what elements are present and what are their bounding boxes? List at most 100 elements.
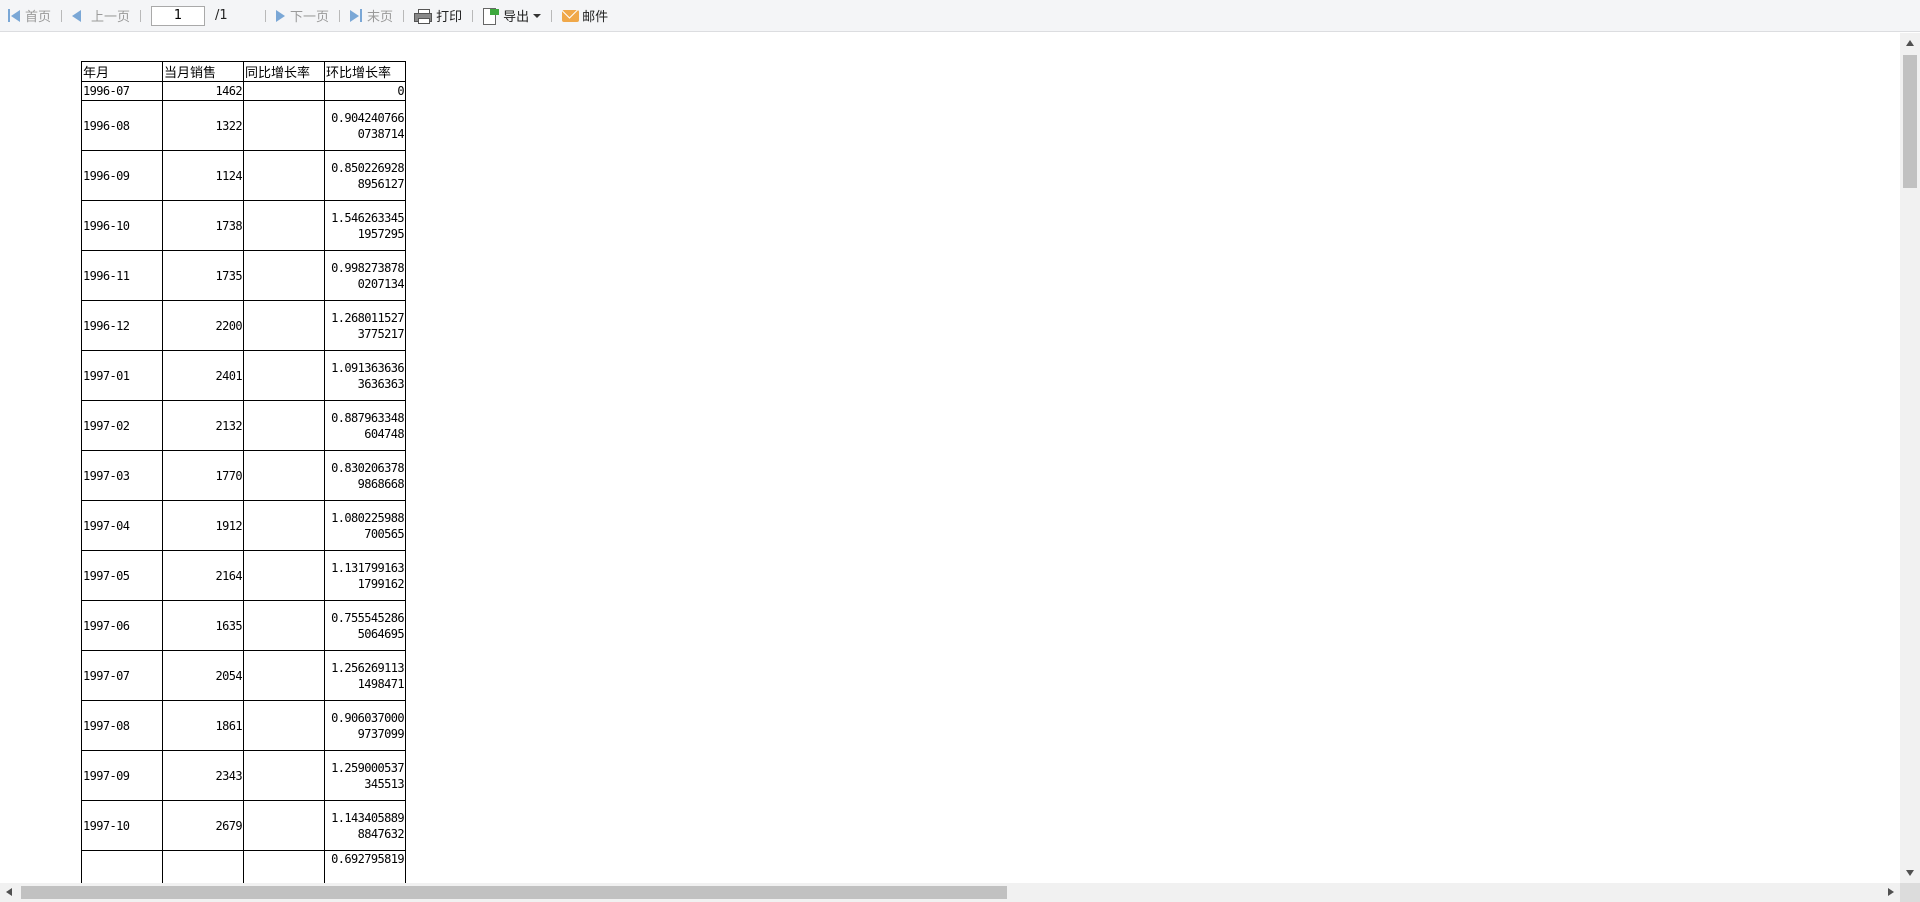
table-row: 1997-05 2164 1.1317991631799162	[81, 550, 406, 601]
prev-page-label: 上一页	[91, 10, 131, 25]
cell-month: 1997-06	[81, 600, 163, 651]
cell-mom: 0.9042407660738714	[324, 100, 406, 151]
cell-sales: 1912	[162, 500, 244, 551]
cell-yoy	[243, 250, 325, 301]
print-label: 打印	[436, 10, 463, 25]
toolbar-separator	[140, 9, 142, 22]
table-row: 0.692795819	[81, 850, 406, 883]
next-page-label: 下一页	[290, 10, 330, 25]
table-row: 1996-07 1462 0	[81, 81, 406, 101]
cell-month: 1996-11	[81, 250, 163, 301]
table-row: 1996-09 1124 0.8502269288956127	[81, 150, 406, 201]
chevron-down-icon	[533, 13, 542, 18]
horizontal-scrollbar[interactable]	[0, 883, 1900, 902]
table-row: 1996-12 2200 1.2680115273775217	[81, 300, 406, 351]
cell-yoy	[243, 81, 325, 101]
cell-mom: 1.259000537345513	[324, 750, 406, 801]
cell-month: 1997-08	[81, 700, 163, 751]
last-page-button[interactable]: 末页	[346, 4, 397, 28]
first-page-label: 首页	[25, 10, 52, 25]
cell-mom: 1.5462633451957295	[324, 200, 406, 251]
table-row: 1996-08 1322 0.9042407660738714	[81, 100, 406, 151]
header-sales: 当月销售	[162, 61, 244, 82]
scroll-up-icon[interactable]	[1906, 40, 1914, 46]
cell-month: 1996-09	[81, 150, 163, 201]
table-row: 1997-03 1770 0.8302063789868668	[81, 450, 406, 501]
header-yoy: 同比增长率	[243, 61, 325, 82]
cell-sales: 1738	[162, 200, 244, 251]
horizontal-scroll-thumb[interactable]	[21, 886, 1007, 899]
prev-page-button[interactable]: 上一页	[68, 4, 134, 28]
cell-mom: 0.692795819	[324, 850, 406, 883]
cell-month: 1996-08	[81, 100, 163, 151]
cell-yoy	[243, 750, 325, 801]
vertical-scroll-thumb[interactable]	[1903, 55, 1917, 188]
cell-sales: 2200	[162, 300, 244, 351]
cell-yoy	[243, 550, 325, 601]
cell-yoy	[243, 350, 325, 401]
cell-yoy	[243, 150, 325, 201]
cell-month: 1997-05	[81, 550, 163, 601]
table-row: 1997-08 1861 0.9060370009737099	[81, 700, 406, 751]
cell-sales: 1322	[162, 100, 244, 151]
scroll-down-icon[interactable]	[1906, 870, 1914, 876]
cell-sales: 2679	[162, 800, 244, 851]
cell-mom: 1.1434058898847632	[324, 800, 406, 851]
export-icon	[483, 7, 500, 25]
cell-yoy	[243, 850, 325, 883]
vertical-scrollbar[interactable]	[1900, 33, 1920, 883]
sales-table: 年月 当月销售 同比增长率 环比增长率 1996-07 1462 0 1996-…	[81, 61, 406, 883]
cell-month: 1997-01	[81, 350, 163, 401]
cell-month: 1997-03	[81, 450, 163, 501]
export-button[interactable]: 导出	[479, 4, 545, 28]
cell-yoy	[243, 400, 325, 451]
cell-month: 1997-09	[81, 750, 163, 801]
print-button[interactable]: 打印	[410, 4, 466, 28]
page-total: /1	[215, 8, 228, 23]
cell-month: 1996-10	[81, 200, 163, 251]
cell-sales: 1462	[162, 81, 244, 101]
prev-page-icon	[72, 9, 86, 22]
cell-month: 1996-12	[81, 300, 163, 351]
cell-sales: 1735	[162, 250, 244, 301]
cell-sales: 1124	[162, 150, 244, 201]
cell-sales: 2343	[162, 750, 244, 801]
toolbar-separator	[551, 9, 553, 22]
report-toolbar: 首页 上一页 /1 下一页 末页 打印 导出 邮件	[0, 0, 1920, 32]
cell-mom: 1.1317991631799162	[324, 550, 406, 601]
next-page-button[interactable]: 下一页	[272, 4, 333, 28]
scrollbar-corner	[1900, 883, 1920, 902]
toolbar-separator	[403, 9, 405, 22]
header-mom: 环比增长率	[324, 61, 406, 82]
mail-button[interactable]: 邮件	[558, 4, 612, 28]
cell-mom: 0	[324, 81, 406, 101]
mail-label: 邮件	[582, 10, 609, 25]
table-header-row: 年月 当月销售 同比增长率 环比增长率	[81, 61, 406, 82]
page-number-input[interactable]	[151, 5, 206, 26]
scroll-right-icon[interactable]	[1888, 888, 1894, 896]
cell-mom: 0.9982738780207134	[324, 250, 406, 301]
cell-sales	[162, 850, 244, 883]
cell-mom: 1.2562691131498471	[324, 650, 406, 701]
printer-icon	[414, 8, 433, 24]
table-row: 1997-10 2679 1.1434058898847632	[81, 800, 406, 851]
table-row: 1997-02 2132 0.887963348604748	[81, 400, 406, 451]
first-page-button[interactable]: 首页	[4, 4, 55, 28]
table-row: 1996-10 1738 1.5462633451957295	[81, 200, 406, 251]
cell-sales: 2054	[162, 650, 244, 701]
cell-mom: 1.0913636363636363	[324, 350, 406, 401]
next-page-icon	[276, 9, 286, 22]
header-month: 年月	[81, 61, 163, 82]
last-page-label: 末页	[367, 10, 394, 25]
cell-sales: 2164	[162, 550, 244, 601]
cell-yoy	[243, 450, 325, 501]
table-row: 1997-09 2343 1.259000537345513	[81, 750, 406, 801]
cell-yoy	[243, 300, 325, 351]
toolbar-separator	[61, 9, 63, 22]
cell-yoy	[243, 500, 325, 551]
cell-yoy	[243, 700, 325, 751]
table-row: 1997-01 2401 1.0913636363636363	[81, 350, 406, 401]
cell-mom: 0.9060370009737099	[324, 700, 406, 751]
cell-month	[81, 850, 163, 883]
scroll-left-icon[interactable]	[6, 888, 12, 896]
